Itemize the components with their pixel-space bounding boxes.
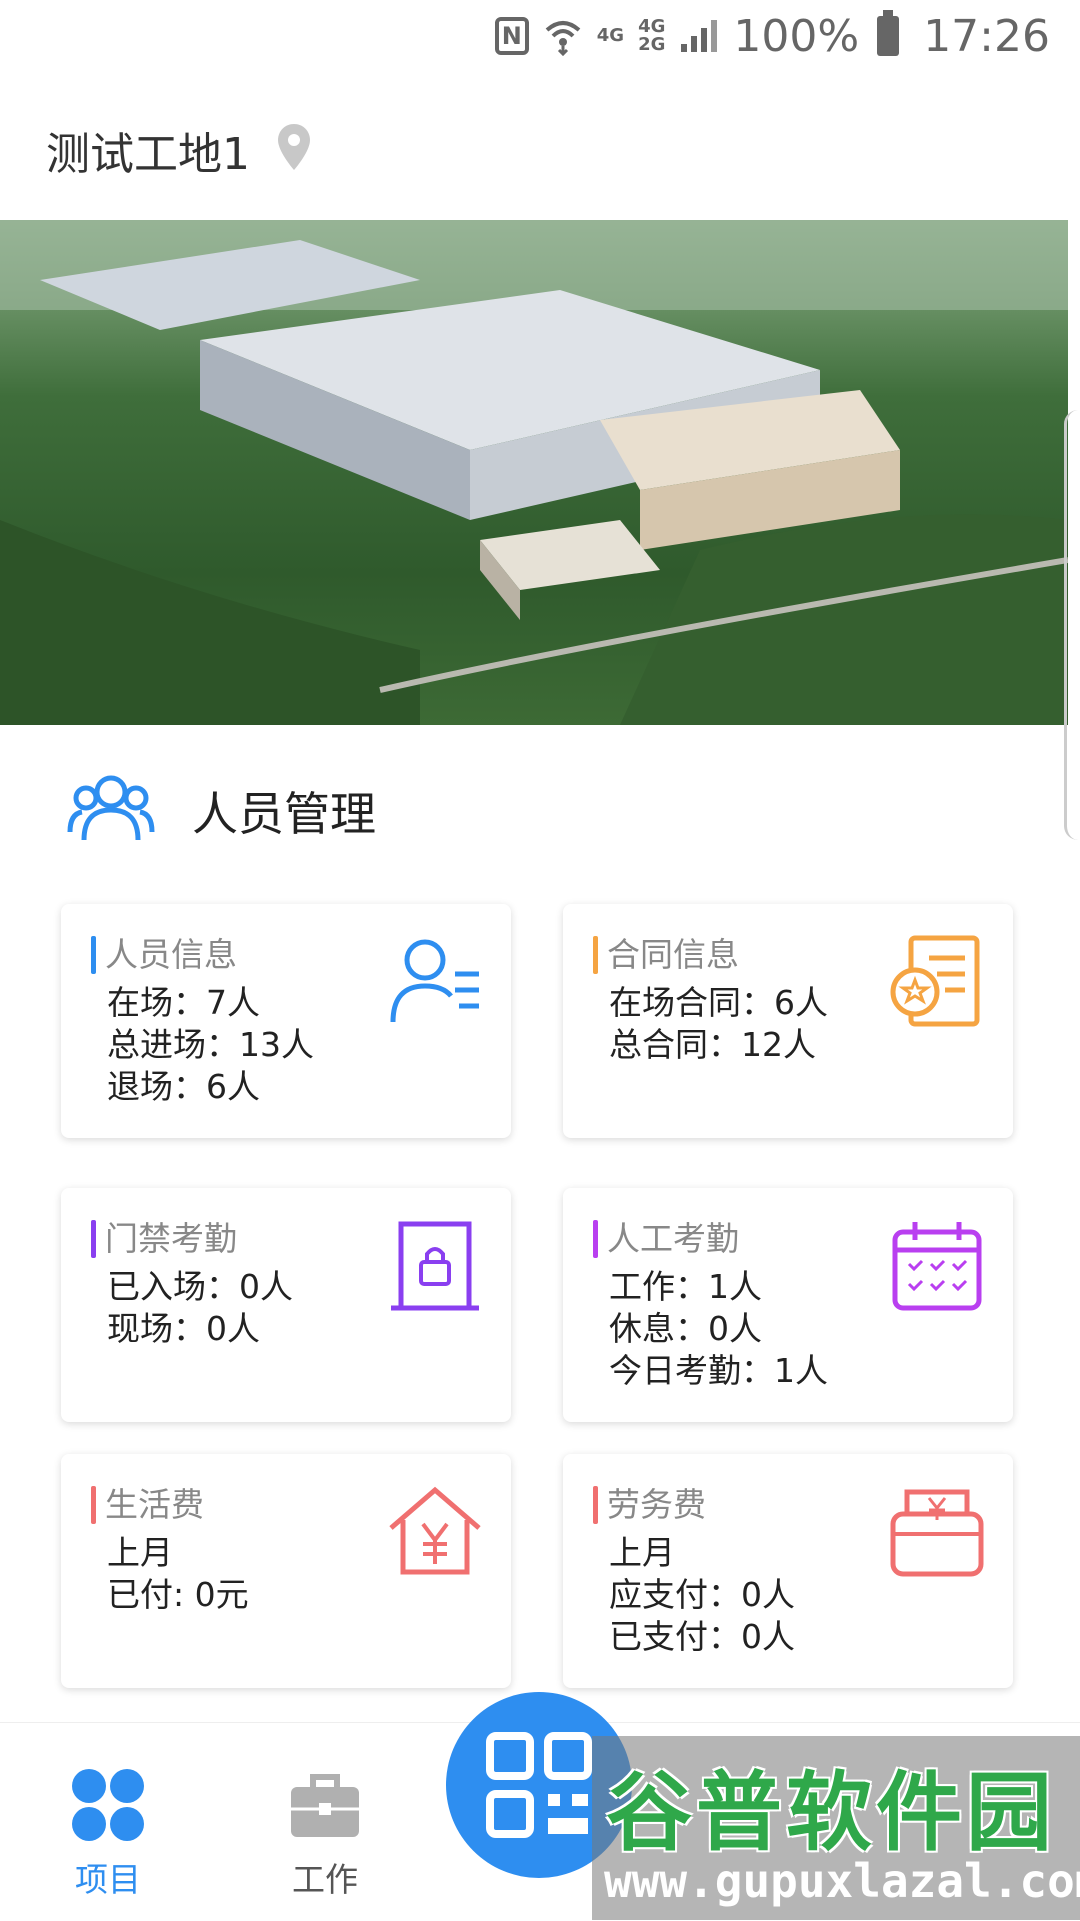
calendar-check-icon	[892, 1222, 982, 1311]
card-title: 人工考勤	[593, 1220, 739, 1258]
wallet-yuan-icon	[890, 1489, 984, 1577]
card-line: 上月	[107, 1533, 173, 1572]
watermark-url: www.gupuxlazal.com	[604, 1854, 1080, 1908]
card-personnel-info[interactable]: 人员信息 在场：7人 总进场：13人 退场：6人	[61, 904, 511, 1138]
card-manual-attendance[interactable]: 人工考勤 工作：1人 休息：0人 今日考勤：1人	[563, 1188, 1013, 1422]
card-line: 应支付：0人	[609, 1575, 795, 1614]
card-values: 在场：7人 总进场：13人 退场：6人	[107, 982, 314, 1108]
card-values: 在场合同：6人 总合同：12人	[609, 982, 828, 1066]
card-line: 已支付：0人	[609, 1617, 795, 1656]
person-list-icon	[390, 939, 479, 1023]
nav-label-work: 工作	[292, 1860, 358, 1899]
site-name[interactable]: 测试工地1	[46, 118, 250, 182]
nav-item-work[interactable]: 工作	[225, 1723, 425, 1921]
status-bar: N 4G 4G 2G 100% 17:26	[0, 0, 1080, 72]
card-contract-info[interactable]: 合同信息 在场合同：6人 总合同：12人	[563, 904, 1013, 1138]
factory-aerial-illustration	[0, 220, 1068, 725]
card-title: 劳务费	[593, 1486, 706, 1524]
card-values: 上月 已付: 0元	[107, 1532, 249, 1616]
card-values: 已入场：0人 现场：0人	[107, 1266, 293, 1350]
card-values: 上月 应支付：0人 已支付：0人	[609, 1532, 795, 1658]
contract-icon	[890, 935, 980, 1027]
watermark-title: 谷普软件园	[606, 1763, 1056, 1863]
card-title: 人员信息	[91, 936, 237, 974]
card-access-attendance[interactable]: 门禁考勤 已入场：0人 现场：0人	[61, 1188, 511, 1422]
nav-item-project[interactable]: 项目	[8, 1723, 208, 1921]
card-title: 合同信息	[593, 936, 739, 974]
location-pin-icon[interactable]	[276, 122, 312, 172]
card-line: 已入场：0人	[107, 1267, 293, 1306]
card-line: 工作：1人	[609, 1267, 762, 1306]
watermark: 谷普软件园 www.gupuxlazal.com	[592, 1736, 1080, 1920]
card-living-expense[interactable]: 生活费 上月 已付: 0元	[61, 1454, 511, 1688]
battery-percent: 100%	[733, 10, 860, 62]
site-banner-image[interactable]	[0, 220, 1068, 725]
card-title: 门禁考勤	[91, 1220, 237, 1258]
card-line: 总合同：12人	[609, 1025, 816, 1064]
network-type-label: 4G	[596, 25, 625, 46]
card-labor-fee[interactable]: 劳务费 上月 应支付：0人 已支付：0人	[563, 1454, 1013, 1688]
header: 测试工地1	[0, 72, 1080, 220]
card-line: 已付: 0元	[107, 1575, 249, 1614]
nav-label-project: 项目	[75, 1860, 141, 1899]
clock: 17:26	[923, 10, 1050, 62]
battery-icon	[877, 10, 900, 56]
network-type-label-3: 2G	[638, 34, 666, 55]
wifi-icon	[545, 21, 581, 56]
signal-icon	[681, 20, 718, 52]
card-line: 现场：0人	[107, 1309, 260, 1348]
briefcase-icon	[291, 1774, 359, 1837]
nfc-icon: N	[494, 17, 529, 55]
card-line: 总进场：13人	[107, 1025, 314, 1064]
personnel-section-header: 人员管理	[0, 760, 1080, 870]
card-line: 在场：7人	[107, 983, 260, 1022]
people-group-icon	[67, 775, 155, 841]
clover-grid-icon	[72, 1769, 144, 1841]
card-line: 休息：0人	[609, 1309, 762, 1348]
section-title: 人员管理	[192, 787, 376, 841]
door-lock-icon	[391, 1221, 479, 1311]
card-line: 退场：6人	[107, 1067, 260, 1106]
card-line: 今日考勤：1人	[609, 1351, 828, 1390]
qr-code-icon	[486, 1732, 592, 1838]
card-values: 工作：1人 休息：0人 今日考勤：1人	[609, 1266, 828, 1392]
card-line: 上月	[609, 1533, 675, 1572]
card-title: 生活费	[91, 1486, 204, 1524]
house-yuan-icon	[389, 1486, 481, 1575]
card-line: 在场合同：6人	[609, 983, 828, 1022]
